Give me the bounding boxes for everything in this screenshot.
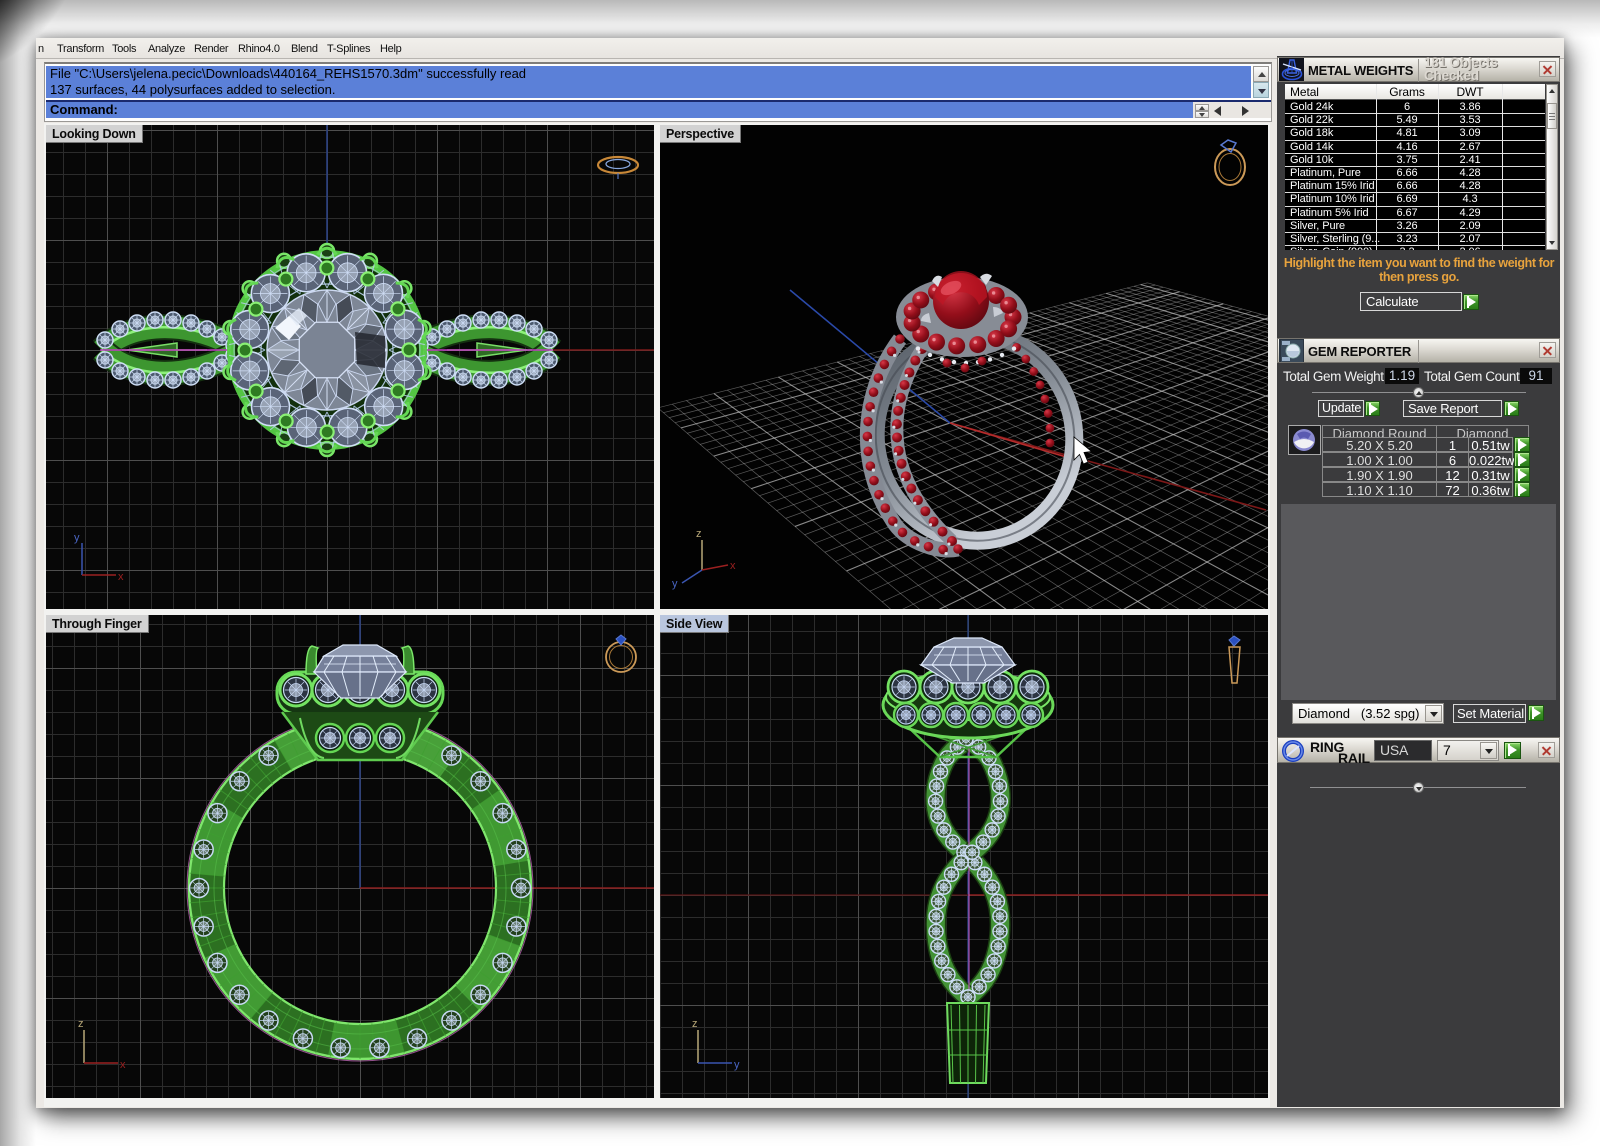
svg-text:y: y (672, 578, 678, 590)
svg-text:z: z (692, 1018, 698, 1030)
svg-text:y: y (74, 532, 80, 544)
svg-text:x: x (730, 560, 736, 572)
svg-text:x: x (120, 1059, 126, 1071)
svg-text:z: z (696, 528, 702, 540)
svg-text:z: z (78, 1018, 84, 1030)
svg-text:y: y (734, 1059, 740, 1071)
svg-text:x: x (118, 571, 124, 583)
